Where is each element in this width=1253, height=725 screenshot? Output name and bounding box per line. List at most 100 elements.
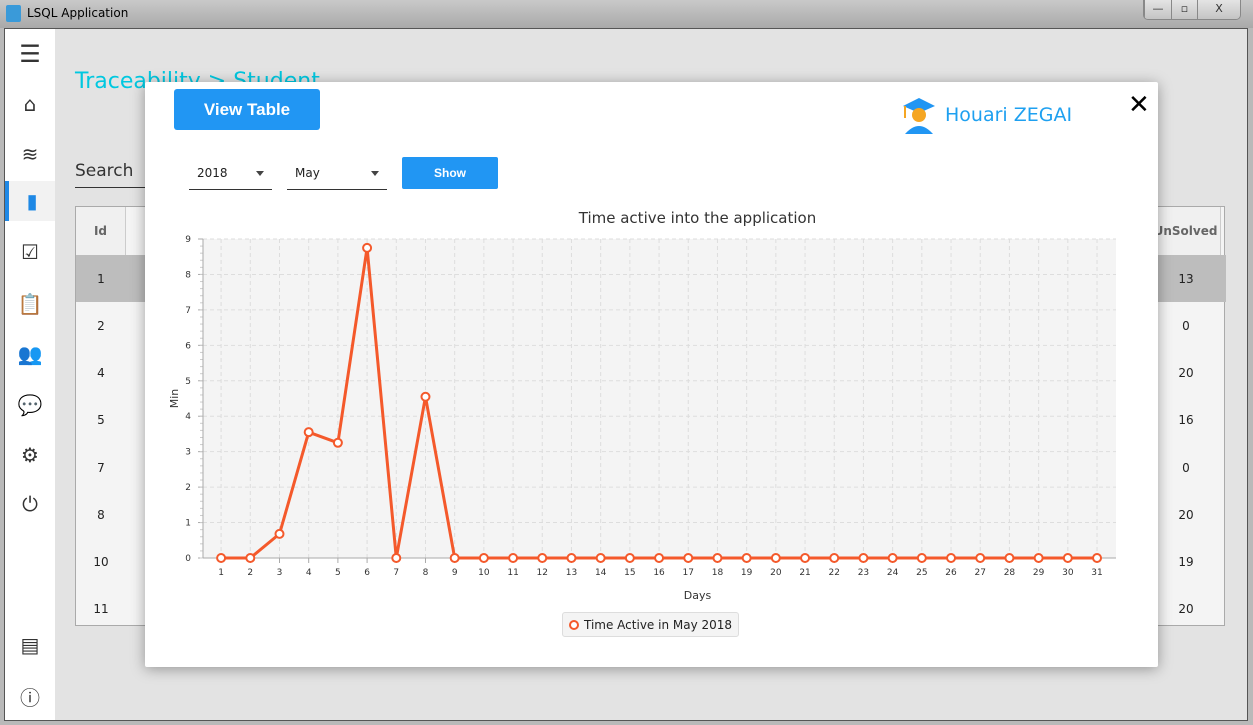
data-point: [332, 437, 343, 448]
x-tick-label: 29: [1033, 568, 1045, 578]
cell-id: 2: [97, 319, 105, 333]
sidebar: ☰ ⌂ ≋ ▮ ☑ 📋 👥 💬 ⚙ ⏻ ▤ ⓘ: [5, 29, 55, 720]
data-point: [566, 553, 577, 563]
y-tick-label: 1: [185, 519, 191, 529]
header-id[interactable]: Id: [76, 207, 126, 255]
y-tick-label: 7: [185, 306, 191, 316]
y-tick-label: 4: [185, 412, 191, 422]
cell-id: 11: [93, 602, 109, 616]
data-point: [245, 553, 256, 563]
x-tick-label: 8: [423, 568, 429, 578]
clipboard-icon[interactable]: 📋: [5, 284, 55, 324]
data-point: [741, 553, 752, 563]
data-point: [654, 553, 665, 563]
x-tick-label: 7: [393, 568, 399, 578]
cell-unsolved: 19: [1178, 555, 1194, 569]
x-tick-label: 21: [799, 568, 810, 578]
cell-id: 4: [97, 366, 105, 380]
x-tick-label: 6: [364, 568, 370, 578]
data-point: [362, 242, 373, 253]
x-tick-label: 23: [858, 568, 869, 578]
x-tick-label: 28: [1004, 568, 1016, 578]
maximize-button[interactable]: ▫: [1171, 0, 1197, 19]
minimize-button[interactable]: —: [1144, 0, 1171, 19]
x-tick-label: 30: [1062, 568, 1074, 578]
cell-unsolved: 0: [1182, 461, 1190, 475]
x-tick-label: 14: [595, 568, 607, 578]
header-unsolved[interactable]: UnSolved: [1151, 207, 1221, 255]
x-tick-label: 9: [452, 568, 458, 578]
data-point: [946, 553, 957, 563]
x-tick-label: 22: [829, 568, 840, 578]
x-tick-label: 12: [537, 568, 548, 578]
users-icon[interactable]: 👥: [5, 334, 55, 374]
data-point: [1004, 553, 1015, 563]
data-point: [508, 553, 519, 563]
data-point: [683, 553, 694, 563]
x-axis-label: Days: [684, 589, 712, 602]
line-chart: 01234567891 2 3 4 5 6 7 8 9 10 11 12 13 14 15 16 17 18 19 2…: [168, 209, 1116, 602]
data-point: [829, 553, 840, 563]
x-tick-label: 3: [277, 568, 283, 578]
data-point: [595, 553, 606, 563]
y-tick-label: 6: [185, 341, 191, 351]
x-tick-label: 24: [887, 568, 899, 578]
x-tick-label: 20: [770, 568, 782, 578]
x-tick-label: 26: [945, 568, 957, 578]
data-point: [420, 391, 431, 402]
cell-unsolved: 0: [1182, 319, 1190, 333]
window-titlebar: LSQL Application — ▫ X: [0, 0, 1253, 28]
plot-area: [203, 239, 1116, 558]
dashboard-icon[interactable]: ▤: [5, 625, 55, 665]
legend-marker: [569, 619, 579, 630]
home-icon[interactable]: ⌂: [5, 84, 55, 124]
x-tick-label: 1: [218, 568, 224, 578]
cell-unsolved: 16: [1178, 413, 1194, 427]
power-icon[interactable]: ⏻: [5, 484, 55, 524]
y-tick-label: 0: [185, 554, 191, 564]
x-tick-label: 13: [566, 568, 577, 578]
x-tick-label: 18: [712, 568, 724, 578]
cell-unsolved: 13: [1178, 272, 1194, 286]
data-point: [800, 553, 811, 563]
y-tick-label: 9: [185, 235, 191, 245]
data-point: [916, 553, 927, 563]
data-point: [303, 427, 314, 438]
chat-icon[interactable]: 💬: [5, 385, 55, 425]
y-tick-label: 2: [185, 483, 191, 493]
wifi-icon[interactable]: ≋: [5, 134, 55, 174]
cell-unsolved: 20: [1178, 366, 1194, 380]
x-tick-label: 5: [335, 568, 341, 578]
window-close-button[interactable]: X: [1197, 0, 1240, 19]
chart-icon[interactable]: ▮: [5, 181, 55, 221]
menu-icon[interactable]: ☰: [5, 34, 55, 74]
cell-id: 7: [97, 461, 105, 475]
data-point: [770, 553, 781, 563]
cell-id: 10: [93, 555, 109, 569]
chart-dialog: View Table Houari ZEGAI ✕ 2018 May Show …: [145, 82, 1158, 667]
x-tick-label: 15: [624, 568, 635, 578]
x-tick-label: 10: [478, 568, 490, 578]
checklist-icon[interactable]: ☑: [5, 232, 55, 272]
settings-icon[interactable]: ⚙: [5, 435, 55, 475]
cell-id: 1: [97, 272, 105, 286]
cell-id: 5: [97, 413, 105, 427]
data-point: [1033, 553, 1044, 563]
data-point: [537, 553, 548, 563]
data-point: [887, 553, 898, 563]
x-tick-label: 31: [1091, 568, 1102, 578]
data-point: [1062, 553, 1073, 563]
info-icon[interactable]: ⓘ: [5, 676, 55, 716]
data-point: [449, 553, 460, 563]
y-tick-label: 5: [185, 377, 191, 387]
x-tick-label: 4: [306, 568, 312, 578]
x-tick-label: 16: [653, 568, 665, 578]
cell-unsolved: 20: [1178, 602, 1194, 616]
data-point: [712, 553, 723, 563]
x-tick-label: 17: [683, 568, 694, 578]
chart-legend: Time Active in May 2018: [562, 612, 740, 637]
y-tick-label: 8: [185, 270, 191, 280]
cell-id: 8: [97, 508, 105, 522]
app-icon: [6, 5, 21, 22]
data-point: [975, 553, 986, 563]
